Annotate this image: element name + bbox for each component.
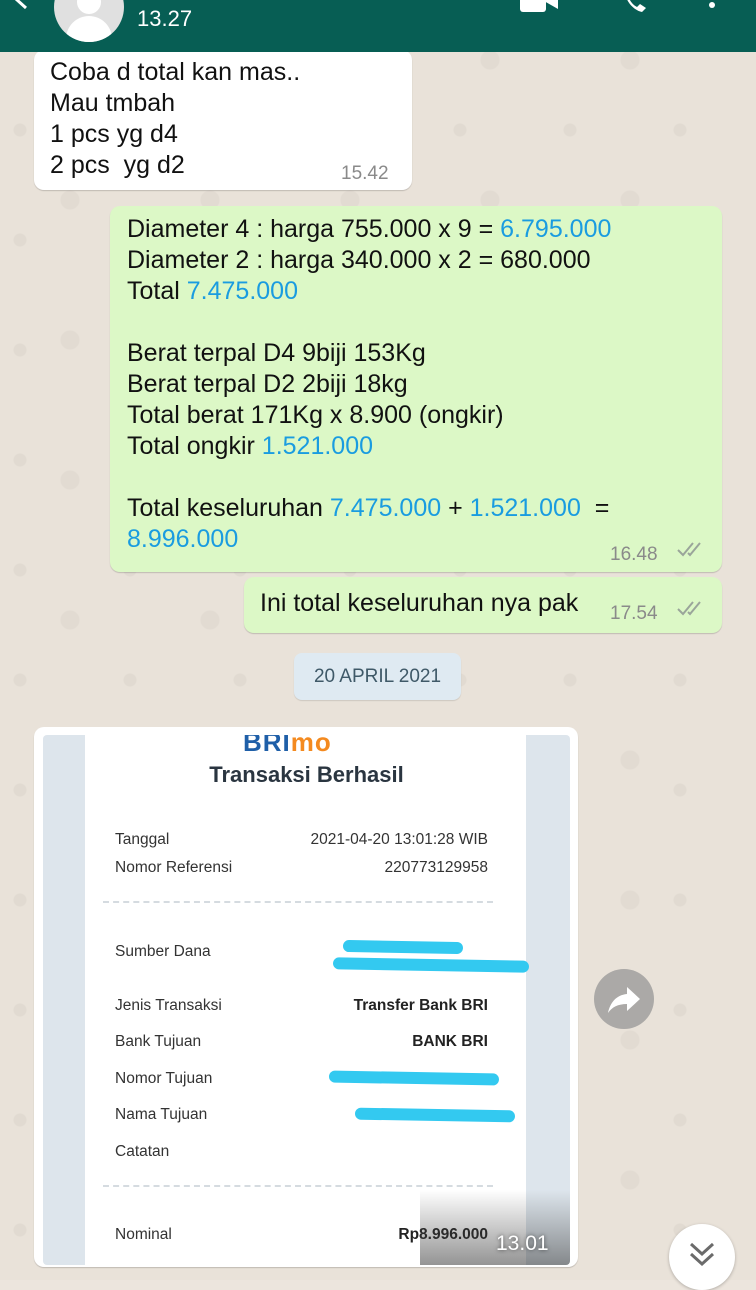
receipt-row: Jenis Transaksi Transfer Bank BRI <box>115 997 488 1021</box>
receipt-label: Catatan <box>115 1143 170 1160</box>
chat-header: 13.27 <box>0 0 756 52</box>
receipt-label: Jenis Transaksi <box>115 997 222 1014</box>
message-time: 17.54 <box>610 603 658 624</box>
last-seen-status[interactable]: 13.27 <box>137 6 192 32</box>
dashed-divider <box>103 1185 493 1187</box>
message-line: Total berat 171Kg x 8.900 (ongkir) <box>127 401 504 429</box>
message-time: 16.48 <box>610 544 658 565</box>
receipt-image[interactable]: BRImo Transaksi Berhasil Tanggal 2021-04… <box>43 735 570 1265</box>
receipt-title: Transaksi Berhasil <box>209 762 404 787</box>
phone-icon[interactable] <box>620 0 650 14</box>
phone-number-link[interactable]: 7.475.000 <box>330 494 441 522</box>
receipt-value: 220773129958 <box>384 859 488 876</box>
forward-arrow-icon <box>608 987 640 1013</box>
receipt-value: Transfer Bank BRI <box>353 997 488 1014</box>
message-line: Total keseluruhan 7.475.000 + 1.521.000 … <box>127 494 610 522</box>
receipt-label: Nominal <box>115 1226 172 1243</box>
phone-number-link[interactable]: 1.521.000 <box>470 494 581 522</box>
message-time: 15.42 <box>341 163 389 184</box>
scroll-to-bottom-button[interactable] <box>669 1224 735 1290</box>
phone-number-link[interactable]: 6.795.000 <box>500 215 611 243</box>
dashed-divider <box>103 901 493 903</box>
phone-number-link[interactable]: 7.475.000 <box>187 277 298 305</box>
message-line: Diameter 4 : harga 755.000 x 9 = 6.795.0… <box>127 215 612 243</box>
redaction-scribble <box>332 957 530 973</box>
receipt-label: Nomor Tujuan <box>115 1070 213 1087</box>
double-check-icon <box>677 601 701 616</box>
incoming-message[interactable]: Coba d total kan mas.. Mau tmbah 1 pcs y… <box>34 50 412 190</box>
avatar-shoulders-shape <box>66 16 112 42</box>
date-separator: 20 APRIL 2021 <box>294 653 461 700</box>
outgoing-message[interactable]: Ini total keseluruhan nya pak 17.54 <box>244 577 722 633</box>
receipt-label: Nama Tujuan <box>115 1106 208 1123</box>
receipt-value: 2021-04-20 13:01:28 WIB <box>310 831 488 848</box>
message-line: Ini total keseluruhan nya pak <box>260 589 579 617</box>
receipt-row: Tanggal 2021-04-20 13:01:28 WIB <box>115 831 488 855</box>
message-line: Diameter 2 : harga 340.000 x 2 = 680.000 <box>127 246 591 274</box>
double-check-icon <box>677 542 701 557</box>
receipt-row: Catatan <box>115 1143 488 1167</box>
brimo-logo: BRImo <box>243 735 332 757</box>
double-chevron-down-icon <box>689 1242 715 1267</box>
receipt-row: Bank Tujuan BANK BRI <box>115 1033 488 1057</box>
contact-avatar[interactable] <box>54 0 124 42</box>
message-line: Mau tmbah <box>50 89 176 117</box>
receipt-label: Tanggal <box>115 831 170 848</box>
phone-number-link[interactable]: 8.996.000 <box>127 525 238 553</box>
message-line: Total 7.475.000 <box>127 277 298 305</box>
receipt-label: Bank Tujuan <box>115 1033 202 1050</box>
back-arrow-icon[interactable] <box>8 0 34 12</box>
receipt-margin-right <box>526 735 570 1265</box>
message-line: 1 pcs yg d4 <box>50 120 178 148</box>
message-time: 13.01 <box>496 1232 549 1255</box>
message-line: 8.996.000 <box>127 524 611 555</box>
message-line: Berat terpal D4 9biji 153Kg <box>127 339 426 367</box>
message-line: 2 pcs yg d2 <box>50 151 185 179</box>
receipt-label: Sumber Dana <box>115 943 211 960</box>
message-line: Total ongkir 1.521.000 <box>127 432 374 460</box>
redaction-scribble <box>342 939 464 955</box>
avatar-head-shape <box>77 0 101 14</box>
forward-button[interactable] <box>594 969 654 1029</box>
video-call-icon[interactable] <box>520 0 558 14</box>
more-vertical-icon[interactable] <box>706 0 718 14</box>
outgoing-message[interactable]: Diameter 4 : harga 755.000 x 9 = 6.795.0… <box>110 206 722 572</box>
message-line: Berat terpal D2 2biji 18kg <box>127 370 408 398</box>
phone-number-link[interactable]: 1.521.000 <box>262 432 373 460</box>
receipt-label: Nomor Referensi <box>115 859 233 876</box>
receipt-margin-left <box>43 735 85 1265</box>
message-line: Coba d total kan mas.. <box>50 58 301 86</box>
receipt-row: Nomor Referensi 220773129958 <box>115 859 488 883</box>
receipt-value: BANK BRI <box>412 1033 488 1050</box>
